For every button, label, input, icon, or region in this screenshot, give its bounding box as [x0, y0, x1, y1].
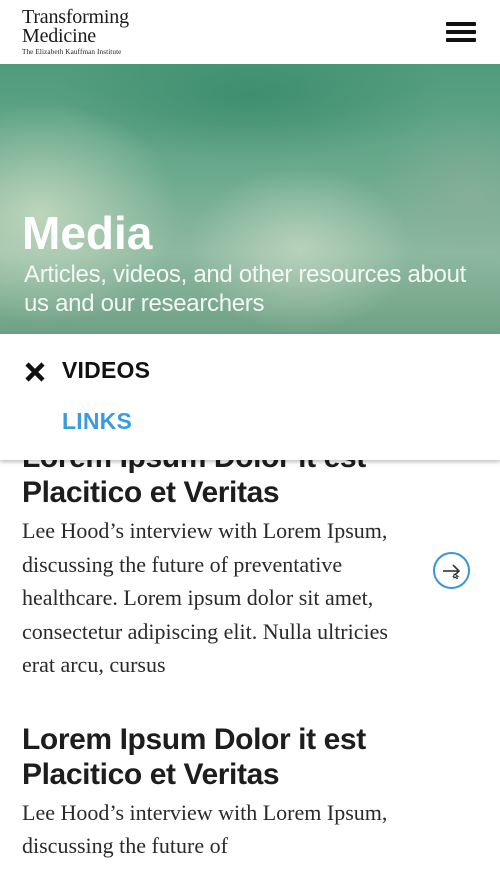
article-item[interactable]: Lorem Ipsum Dolor it est Placitico et Ve… — [0, 440, 500, 682]
hero-banner: Media Articles, videos, and other resour… — [0, 64, 500, 334]
site-header: Transforming Medicine The Elizabeth Kauf… — [0, 0, 500, 64]
article-excerpt: Lee Hood’s interview with Lorem Ipsum, d… — [22, 799, 388, 859]
hamburger-menu-icon[interactable] — [446, 22, 478, 44]
article-excerpt: Lee Hood’s interview with Lorem Ipsum, d… — [22, 518, 388, 677]
close-x-glyph — [25, 362, 45, 382]
article-item[interactable]: Lorem Ipsum Dolor it est Placitico et Ve… — [0, 722, 500, 863]
close-icon[interactable] — [24, 361, 46, 383]
page-title: Media — [22, 207, 153, 259]
media-filter-dropdown: VIDEOS LINKS — [0, 334, 500, 460]
logo-line-2: Medicine — [22, 25, 96, 47]
article-title[interactable]: Lorem Ipsum Dolor it est Placitico et Ve… — [22, 722, 442, 792]
filter-option-videos[interactable]: VIDEOS — [62, 357, 150, 384]
menu-bar-bottom — [446, 38, 476, 42]
logo-tagline: The Elizabeth Kauffman Institute — [22, 48, 122, 56]
site-logo[interactable]: Transforming Medicine The Elizabeth Kauf… — [22, 7, 129, 57]
article-list: Lorem Ipsum Dolor it est Placitico et Ve… — [0, 440, 500, 863]
filter-option-links[interactable]: LINKS — [62, 408, 132, 435]
menu-bar-middle — [446, 30, 476, 34]
menu-bar-top — [446, 22, 476, 26]
page-subtitle: Articles, videos, and other resources ab… — [24, 261, 467, 317]
arrow-right-circle-icon[interactable] — [433, 552, 470, 589]
arrow-right-glyph — [443, 564, 461, 579]
